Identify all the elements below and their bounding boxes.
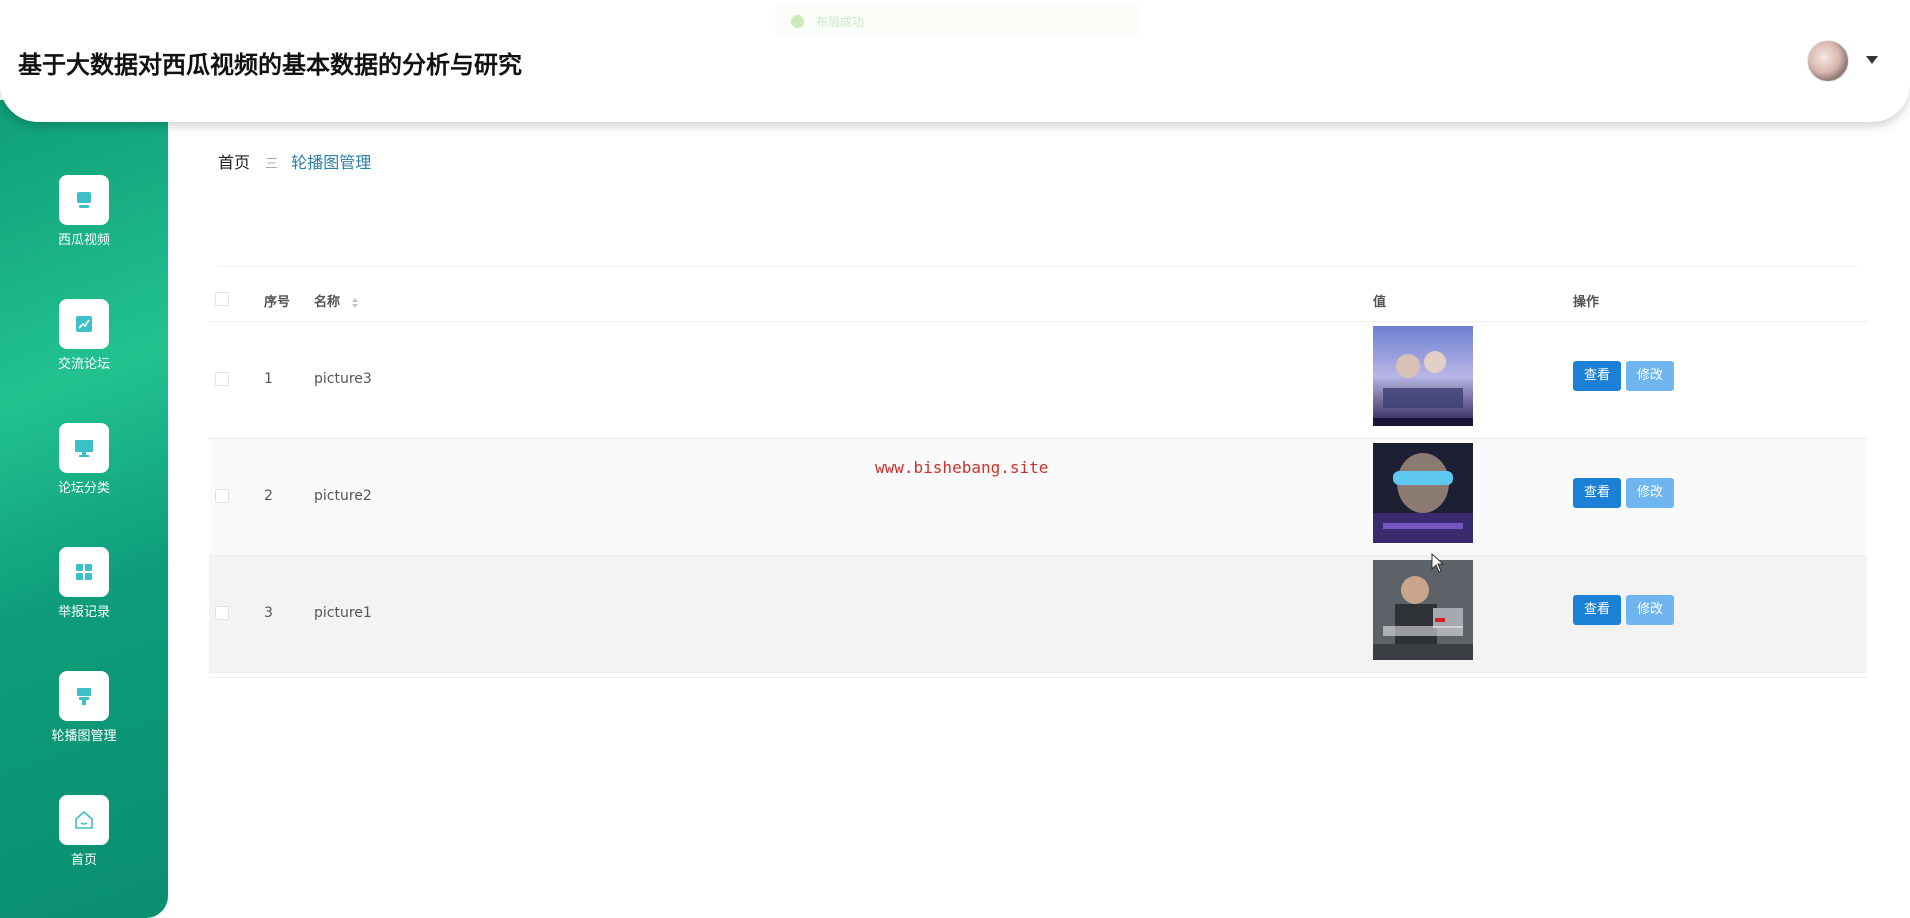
column-header-actions: 操作 — [1573, 295, 1600, 310]
banner-thumbnail[interactable] — [1373, 326, 1473, 426]
sidebar-item-forum-category[interactable]: 论坛分类 — [0, 423, 168, 496]
success-icon — [791, 14, 804, 28]
row-checkbox[interactable] — [215, 489, 229, 503]
sidebar-item-label: 交流论坛 — [57, 357, 110, 372]
sidebar-item-banner-management[interactable]: 轮播图管理 — [0, 671, 168, 744]
table-header: 序号 名称 值 操作 — [209, 276, 1867, 322]
edit-button[interactable]: 修改 — [1626, 595, 1674, 625]
banner-thumbnail[interactable] — [1373, 560, 1473, 660]
row-checkbox[interactable] — [215, 372, 229, 386]
view-button[interactable]: 查看 — [1573, 478, 1621, 508]
breadcrumb: 首页 三 轮播图管理 — [218, 149, 371, 173]
select-all-checkbox[interactable] — [215, 292, 229, 306]
sort-icon[interactable] — [351, 297, 359, 309]
video-icon — [59, 175, 109, 225]
row-checkbox[interactable] — [215, 606, 229, 620]
sidebar-item-forum[interactable]: 交流论坛 — [0, 299, 168, 372]
row-name: picture2 — [314, 488, 372, 504]
table-divider — [218, 266, 1858, 267]
row-index: 1 — [264, 371, 273, 387]
monitor-icon — [59, 423, 109, 473]
app-title: 基于大数据对西瓜视频的基本数据的分析与研究 — [18, 51, 522, 79]
banner-thumbnail[interactable] — [1373, 443, 1473, 543]
banner-icon — [59, 671, 109, 721]
sidebar-item-label: 轮播图管理 — [51, 729, 117, 744]
table-row: 3 picture1 查看 修改 — [209, 556, 1867, 673]
sidebar-item-label: 举报记录 — [57, 605, 110, 620]
grid-icon — [59, 547, 109, 597]
success-toast: 布局成功 — [775, 6, 1140, 36]
view-button[interactable]: 查看 — [1573, 361, 1621, 391]
column-header-value: 值 — [1373, 295, 1387, 310]
row-index: 2 — [264, 488, 273, 504]
sidebar-item-label: 论坛分类 — [57, 481, 110, 496]
view-button[interactable]: 查看 — [1573, 595, 1621, 625]
watermark-text: www.bishebang.site — [875, 458, 1049, 477]
toast-message: 布局成功 — [816, 14, 865, 29]
sidebar-item-home[interactable]: 首页 — [0, 795, 168, 868]
column-header-name[interactable]: 名称 — [314, 291, 359, 310]
row-name: picture3 — [314, 371, 372, 387]
table-row: 2 picture2 查看 修改 — [209, 439, 1867, 556]
user-avatar[interactable] — [1807, 40, 1849, 82]
chevron-down-icon[interactable] — [1866, 56, 1878, 64]
edit-button[interactable]: 修改 — [1626, 361, 1674, 391]
sidebar-item-label: 西瓜视频 — [57, 233, 110, 248]
mouse-cursor-icon — [1431, 553, 1445, 573]
edit-button[interactable]: 修改 — [1626, 478, 1674, 508]
table-row: 1 picture3 查看 修改 — [209, 322, 1867, 439]
breadcrumb-current: 轮播图管理 — [291, 153, 372, 172]
row-name: picture1 — [314, 605, 372, 621]
sidebar: 西瓜视频 交流论坛 论坛分类 举报记录 轮播图管理 首页 — [0, 100, 168, 918]
sidebar-item-video[interactable]: 西瓜视频 — [0, 175, 168, 248]
chart-line-icon — [59, 299, 109, 349]
breadcrumb-separator: 三 — [265, 157, 279, 172]
sidebar-item-reports[interactable]: 举报记录 — [0, 547, 168, 620]
sidebar-item-label: 首页 — [70, 853, 97, 868]
column-header-name-label: 名称 — [314, 295, 341, 310]
breadcrumb-home[interactable]: 首页 — [218, 153, 250, 172]
table-footer-line — [209, 677, 1867, 678]
home-icon — [59, 795, 109, 845]
row-index: 3 — [264, 605, 273, 621]
column-header-index: 序号 — [264, 295, 291, 310]
